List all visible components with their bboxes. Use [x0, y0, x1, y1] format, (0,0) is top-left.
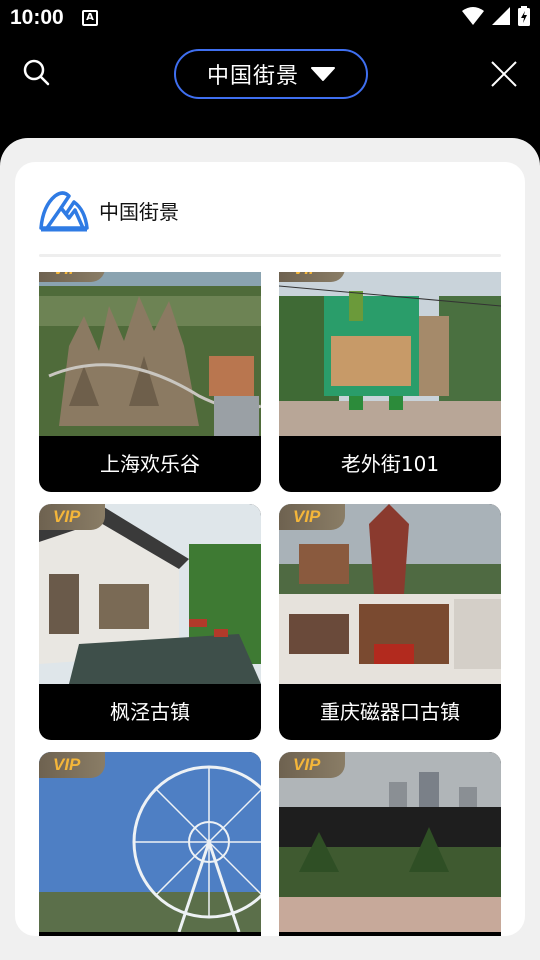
scenic-label: 老外街101	[340, 452, 440, 476]
scenic-label	[279, 932, 501, 936]
search-button[interactable]	[20, 56, 54, 90]
wifi-icon	[462, 7, 484, 25]
scenic-photo	[39, 504, 261, 684]
status-bar: 10:00 A	[0, 0, 540, 36]
battery-icon	[518, 6, 530, 26]
scenic-tile[interactable]: VIP	[279, 752, 501, 936]
vip-badge: VIP	[39, 272, 105, 282]
vip-badge: VIP	[279, 272, 345, 282]
vip-badge: VIP	[279, 752, 345, 778]
caret-down-icon	[311, 67, 335, 81]
close-button[interactable]	[488, 58, 520, 90]
mountain-logo-icon	[39, 191, 89, 232]
scenic-label: 重庆磁器口古镇	[320, 700, 460, 724]
signal-icon	[492, 7, 510, 25]
scenic-photo	[39, 752, 261, 932]
status-time: 10:00	[10, 6, 64, 29]
category-dropdown[interactable]: 中国街景	[174, 49, 368, 99]
scenic-photo	[279, 272, 501, 436]
scenic-tile[interactable]: VIP	[39, 752, 261, 936]
scenic-tile[interactable]: VIP 老外街101	[279, 272, 501, 492]
street-view-card: 中国街景 上海欢乐谷 老外街101 VIP 枫泾古镇 VIP 重庆磁器口古镇 V…	[15, 162, 525, 936]
category-title: 中国街景	[206, 64, 299, 89]
vip-badge: VIP	[39, 504, 105, 530]
scenic-label: 枫泾古镇	[110, 700, 190, 724]
content-sheet: 中国街景 上海欢乐谷 老外街101 VIP 枫泾古镇 VIP 重庆磁器口古镇 V…	[0, 138, 540, 960]
scenic-tile[interactable]: VIP 重庆磁器口古镇	[279, 504, 501, 740]
divider	[39, 254, 501, 257]
card-header: 中国街景	[39, 186, 179, 234]
status-icons	[462, 6, 530, 26]
scenic-photo	[279, 752, 501, 932]
scenic-photo	[279, 504, 501, 684]
notification-a-icon: A	[82, 10, 98, 26]
scenic-tile[interactable]: VIP 枫泾古镇	[39, 504, 261, 740]
search-icon	[23, 59, 50, 86]
close-icon	[491, 61, 517, 87]
vip-badge: VIP	[39, 752, 105, 778]
scenic-label: 上海欢乐谷	[100, 452, 200, 476]
card-title: 中国街景	[99, 199, 179, 224]
scenic-photo	[39, 272, 261, 436]
top-bar: 中国街景	[0, 36, 540, 116]
scenic-label	[39, 932, 261, 936]
vip-badge: VIP	[279, 504, 345, 530]
scenic-grid[interactable]: VIP 上海欢乐谷	[39, 272, 501, 936]
scenic-tile[interactable]: VIP 上海欢乐谷	[39, 272, 261, 492]
